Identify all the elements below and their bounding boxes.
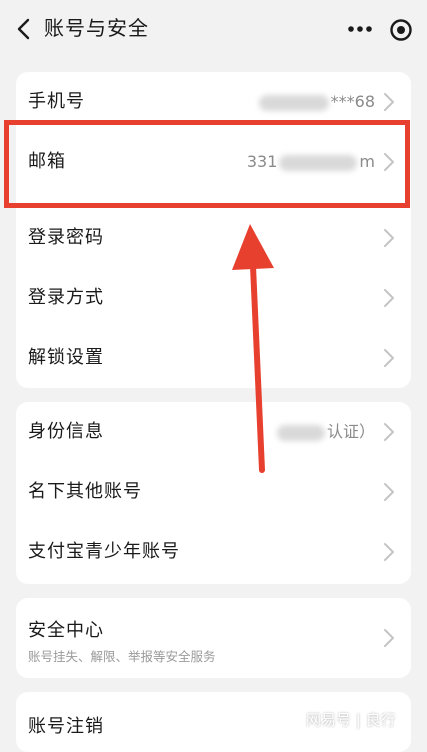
- more-button[interactable]: [344, 16, 376, 42]
- security-center-card[interactable]: 安全中心 账号挂失、解限、举报等安全服务: [16, 598, 411, 678]
- row-label: 支付宝青少年账号: [28, 541, 180, 562]
- security-center-title: 安全中心: [28, 620, 104, 641]
- chevron-left-icon: [17, 18, 30, 40]
- security-center-subtitle: 账号挂失、解限、举报等安全服务: [28, 649, 216, 664]
- watermark: 网易号 | 良行: [306, 711, 396, 729]
- phone-value-text: ***68: [330, 92, 375, 111]
- row-label: 登录密码: [28, 227, 104, 248]
- chevron-right-icon: [384, 229, 394, 247]
- identity-value-text: 认证）: [326, 422, 375, 441]
- row-label: 名下其他账号: [28, 481, 142, 502]
- page-title: 账号与安全: [44, 16, 149, 40]
- identity-card: 身份信息 认证） 名下其他账号 支付宝青少年账号: [16, 402, 411, 584]
- row-label: 解锁设置: [28, 347, 104, 368]
- more-dots-icon: [348, 26, 372, 32]
- row-label: 身份信息: [28, 421, 104, 442]
- row-login-method[interactable]: 登录方式: [16, 268, 411, 328]
- chevron-right-icon: [384, 289, 394, 307]
- top-bar: 账号与安全: [0, 0, 427, 60]
- masked-blur: [258, 94, 329, 111]
- email-highlight-box: [4, 120, 410, 208]
- chevron-right-icon: [384, 93, 394, 111]
- row-teen-account[interactable]: 支付宝青少年账号: [16, 522, 411, 582]
- chevron-right-icon: [384, 629, 394, 647]
- arrow-up-icon: [232, 224, 274, 473]
- account-cancellation-title: 账号注销: [28, 716, 104, 737]
- target-icon: [390, 19, 412, 41]
- row-other-accounts[interactable]: 名下其他账号: [16, 462, 411, 522]
- chevron-right-icon: [384, 543, 394, 561]
- row-login-password[interactable]: 登录密码: [16, 208, 411, 268]
- chevron-right-icon: [384, 423, 394, 441]
- back-button[interactable]: [8, 12, 38, 46]
- close-miniapp-button[interactable]: [386, 15, 416, 45]
- chevron-right-icon: [384, 349, 394, 367]
- chevron-right-icon: [384, 483, 394, 501]
- row-identity-info[interactable]: 身份信息 认证）: [16, 402, 411, 462]
- row-label: 登录方式: [28, 287, 104, 308]
- row-unlock-settings[interactable]: 解锁设置: [16, 328, 411, 388]
